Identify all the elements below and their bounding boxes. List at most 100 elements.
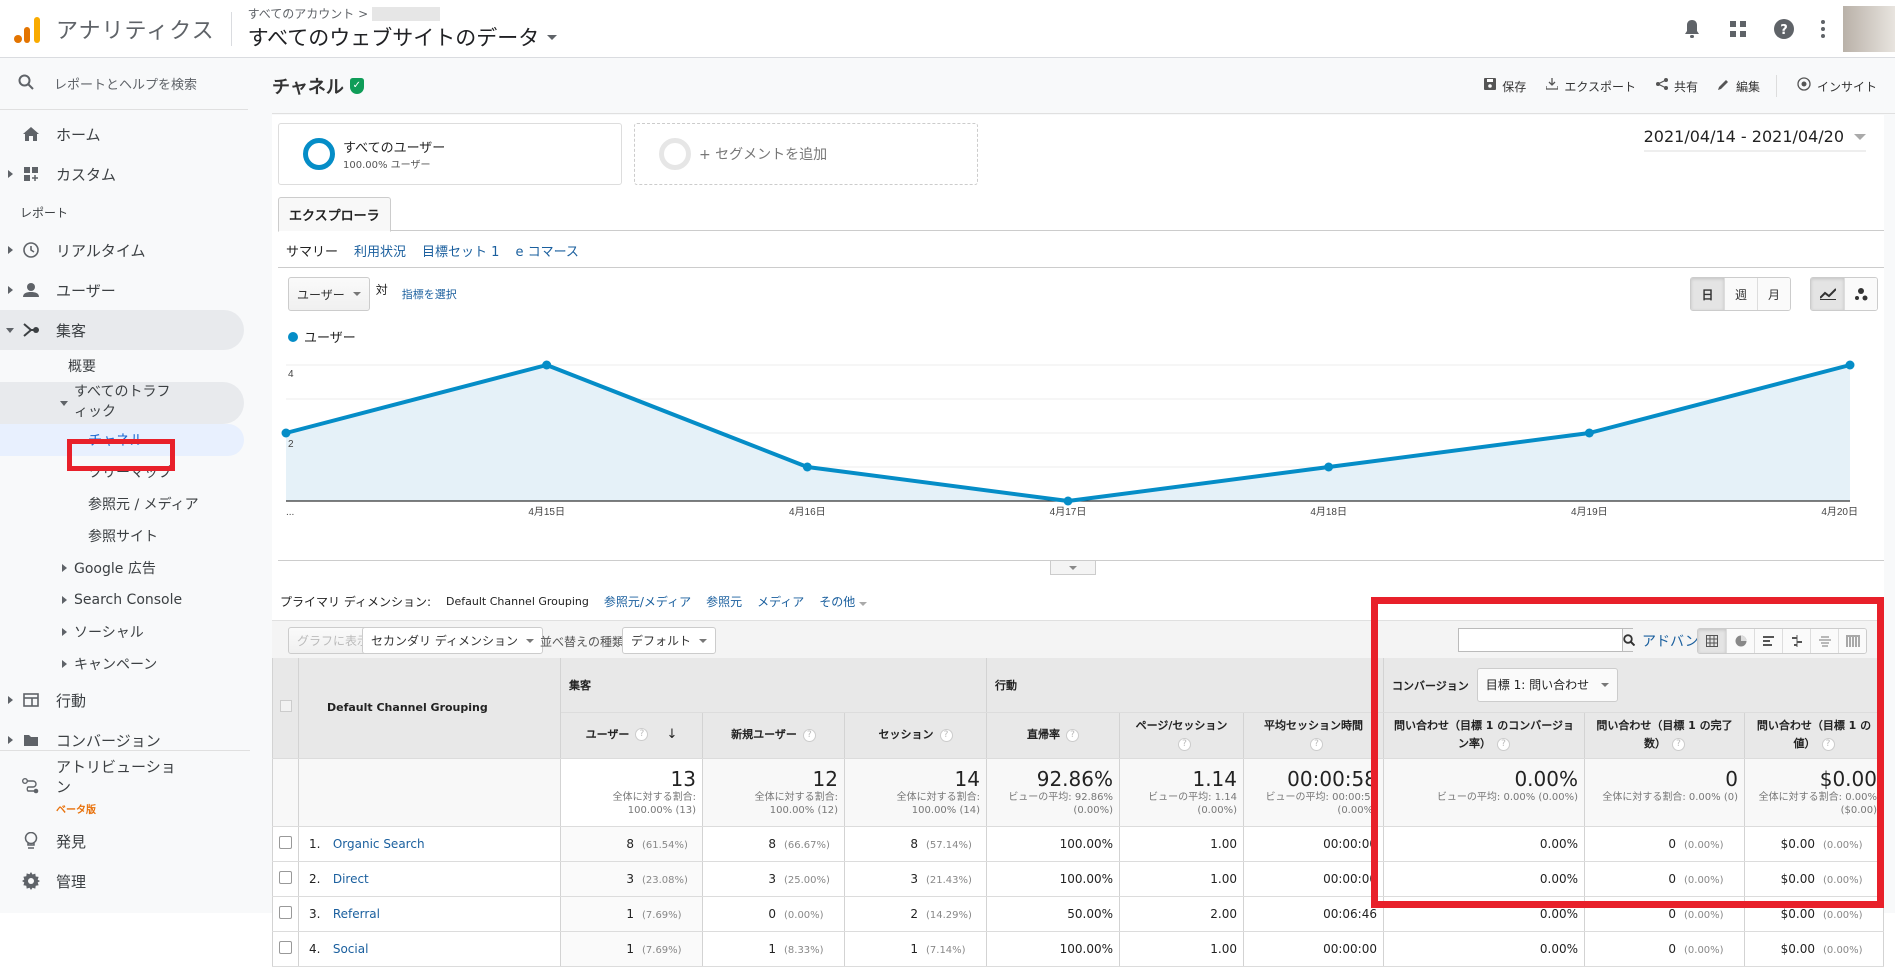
column-header-goal1-conv-rate[interactable]: 問い合わせ（目標 1 のコンバージョン率）? [1383, 712, 1585, 759]
sidebar-item-source-medium[interactable]: 参照元 / メディア [0, 488, 250, 520]
row-checkbox[interactable] [279, 940, 292, 954]
share-button[interactable]: 共有 [1655, 78, 1698, 95]
period-week-button[interactable]: 週 [1724, 278, 1757, 310]
segment-all-users[interactable]: すべてのユーザー 100.00% ユーザー [278, 123, 622, 185]
goal-select[interactable]: 目標 1: 問い合わせ [1476, 667, 1619, 702]
tab-explorer[interactable]: エクスプローラ [278, 197, 391, 232]
row-checkbox[interactable] [279, 835, 292, 849]
sort-type-select[interactable]: デフォルト [622, 627, 717, 654]
data-point[interactable] [281, 428, 291, 438]
column-header-sessions[interactable]: セッション? [844, 712, 987, 759]
add-segment-button[interactable]: + セグメントを追加 [634, 123, 978, 185]
search-icon[interactable] [1622, 629, 1635, 651]
data-table-view-icon[interactable] [1698, 629, 1726, 653]
data-point[interactable] [802, 462, 812, 472]
column-header-new-users[interactable]: 新規ユーザー? [702, 712, 845, 759]
motion-chart-icon[interactable] [1844, 278, 1877, 310]
sidebar-item-campaigns[interactable]: キャンペーン [0, 648, 250, 680]
sidebar-item-acq-overview[interactable]: 概要 [0, 350, 250, 382]
column-header-bounce-rate[interactable]: 直帰率? [986, 712, 1120, 759]
expand-arrow-icon[interactable] [8, 246, 13, 254]
help-icon[interactable]: ? [1772, 17, 1796, 41]
sidebar-item-search-console[interactable]: Search Console [0, 584, 250, 616]
expand-arrow-icon[interactable] [62, 564, 67, 572]
dim-other-link[interactable]: その他 [819, 593, 868, 610]
column-header-goal1-value[interactable]: 問い合わせ（目標 1 の値）? [1744, 712, 1884, 759]
sidebar-item-google-ads[interactable]: Google 広告 [0, 552, 250, 584]
sidebar-item-referrals[interactable]: 参照サイト [0, 520, 250, 552]
period-day-button[interactable]: 日 [1691, 278, 1724, 310]
dim-source-link[interactable]: 参照元 [706, 593, 742, 610]
data-point[interactable] [1324, 462, 1334, 472]
comparison-view-icon[interactable] [1782, 629, 1810, 653]
expand-arrow-icon[interactable] [8, 736, 13, 744]
expand-arrow-icon[interactable] [62, 660, 67, 668]
subtab-summary[interactable]: サマリー [286, 241, 338, 260]
sidebar-search[interactable]: レポートとヘルプを検索 [0, 58, 248, 110]
collapse-arrow-icon[interactable] [60, 400, 68, 406]
secondary-dimension-select[interactable]: セカンダリ ディメンション [362, 627, 543, 654]
sidebar-item-social[interactable]: ソーシャル [0, 616, 250, 648]
help-icon[interactable]: ? [1497, 737, 1510, 751]
row-checkbox[interactable] [279, 905, 292, 919]
sidebar-item-treemap[interactable]: ツリーマップ [0, 456, 250, 488]
sidebar-item-channels[interactable]: チャネル [0, 424, 244, 456]
collapse-arrow-icon[interactable] [6, 327, 14, 333]
channel-link[interactable]: Organic Search [333, 837, 425, 851]
subtab-ecommerce[interactable]: e コマース [515, 241, 578, 260]
expand-arrow-icon[interactable] [62, 628, 67, 636]
line-chart-icon[interactable] [1811, 278, 1844, 310]
search-placeholder[interactable]: レポートとヘルプを検索 [54, 74, 197, 93]
channel-link[interactable]: Social [333, 942, 369, 956]
sidebar-item-acquisition[interactable]: 集客 [0, 310, 244, 350]
expand-arrow-icon[interactable] [8, 170, 13, 178]
subtab-goal-set-1[interactable]: 目標セット 1 [422, 241, 499, 260]
dim-medium-link[interactable]: メディア [757, 593, 804, 610]
sidebar-item-all-traffic[interactable]: すべてのトラフィック [0, 382, 244, 424]
users-line-chart[interactable]: 2 4... 4月15日 4月16日 4月17日 4月18日 4月19日 4月20日 [272, 343, 1884, 543]
expand-arrow-icon[interactable] [8, 286, 13, 294]
chart-collapse-toggle[interactable] [1050, 561, 1096, 575]
apps-grid-icon[interactable] [1726, 17, 1750, 41]
sidebar-item-behavior[interactable]: 行動 [0, 680, 250, 720]
metric-select[interactable]: ユーザー [288, 277, 370, 311]
analytics-logo[interactable] [10, 9, 46, 49]
help-icon[interactable]: ? [635, 728, 649, 742]
data-point[interactable] [1063, 496, 1073, 506]
period-month-button[interactable]: 月 [1757, 278, 1790, 310]
help-icon[interactable]: ? [1821, 737, 1835, 751]
term-cloud-view-icon[interactable] [1810, 629, 1838, 653]
choose-metric-link[interactable]: 指標を選択 [402, 286, 457, 302]
sidebar-item-discover[interactable]: 発見 [0, 821, 250, 861]
sort-desc-arrow-icon[interactable]: ↓ [666, 727, 677, 742]
sidebar-item-admin[interactable]: 管理 [0, 861, 250, 901]
expand-arrow-icon[interactable] [8, 696, 13, 704]
pie-view-icon[interactable] [1726, 629, 1754, 653]
sidebar-item-attribution[interactable]: アトリビューション ベータ版 [0, 751, 250, 821]
dim-source-medium-link[interactable]: 参照元/メディア [604, 593, 691, 610]
help-icon[interactable]: ? [1178, 737, 1191, 751]
bell-icon[interactable] [1680, 17, 1704, 41]
breadcrumb[interactable]: すべてのアカウント > [248, 5, 369, 22]
data-point[interactable] [542, 360, 552, 370]
select-all-checkbox[interactable] [279, 700, 292, 713]
data-point[interactable] [1845, 360, 1855, 370]
dimension-header[interactable]: Default Channel Grouping [298, 658, 561, 759]
column-header-avg-session-duration[interactable]: 平均セッション時間? [1243, 712, 1384, 759]
save-button[interactable]: 保存 [1484, 78, 1526, 95]
column-header-pages-per-session[interactable]: ページ/セッション? [1119, 712, 1244, 759]
sidebar-item-custom[interactable]: カスタム [0, 154, 250, 194]
row-checkbox[interactable] [279, 870, 292, 884]
expand-arrow-icon[interactable] [62, 596, 67, 604]
help-icon[interactable]: ? [802, 728, 816, 742]
data-point[interactable] [1584, 428, 1594, 438]
export-button[interactable]: エクスポート [1545, 78, 1636, 95]
help-icon[interactable]: ? [1310, 737, 1323, 751]
more-vert-icon[interactable] [1811, 17, 1835, 41]
property-name[interactable]: すべてのウェブサイトのデータ [248, 22, 540, 52]
help-icon[interactable]: ? [1672, 737, 1685, 751]
help-icon[interactable]: ? [939, 728, 953, 742]
sidebar-item-home[interactable]: ホーム [0, 114, 250, 154]
table-search-input[interactable] [1459, 629, 1622, 651]
chevron-down-icon[interactable] [547, 34, 558, 40]
